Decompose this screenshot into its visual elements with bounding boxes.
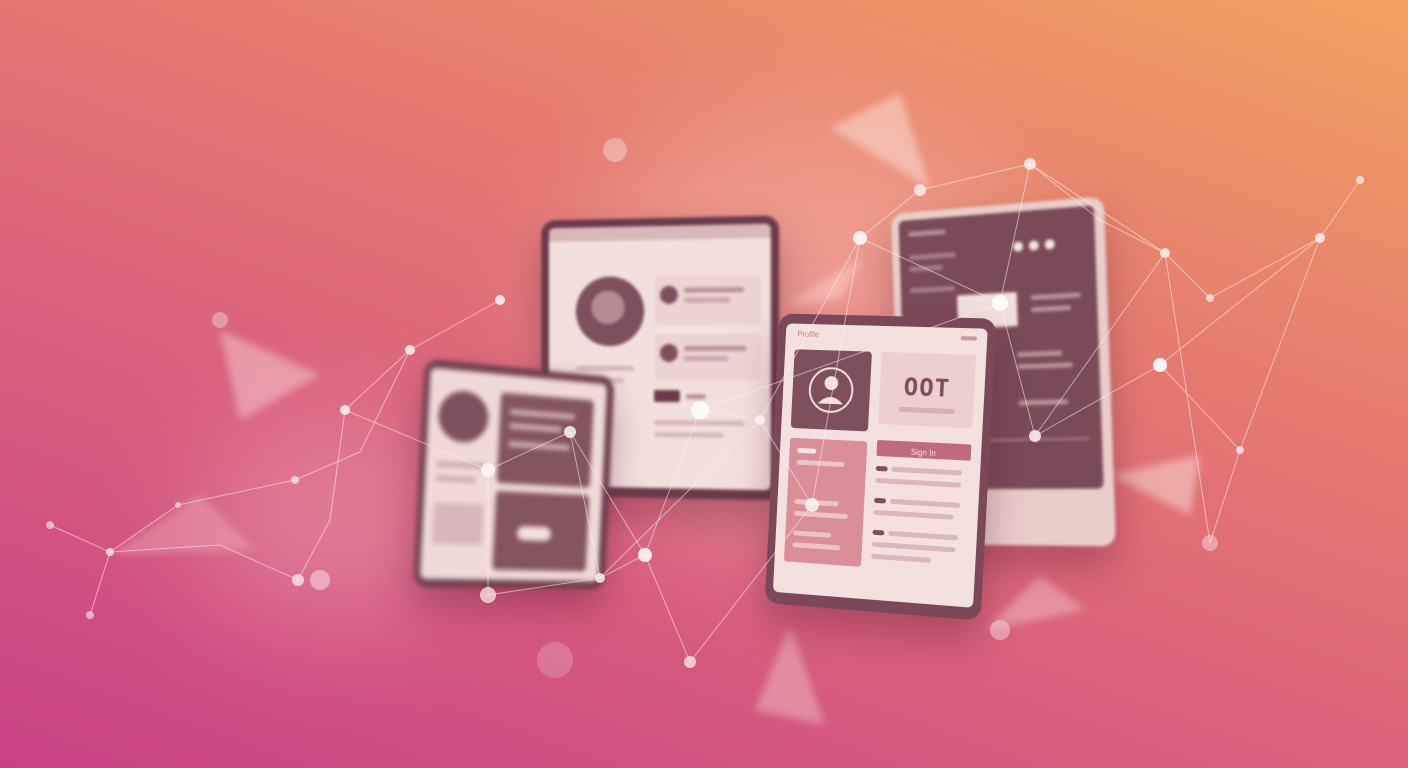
network-nodes xyxy=(46,138,1364,678)
background-scene: Profile OOT Sign In xyxy=(0,0,1408,768)
network-overlay xyxy=(0,0,1408,768)
